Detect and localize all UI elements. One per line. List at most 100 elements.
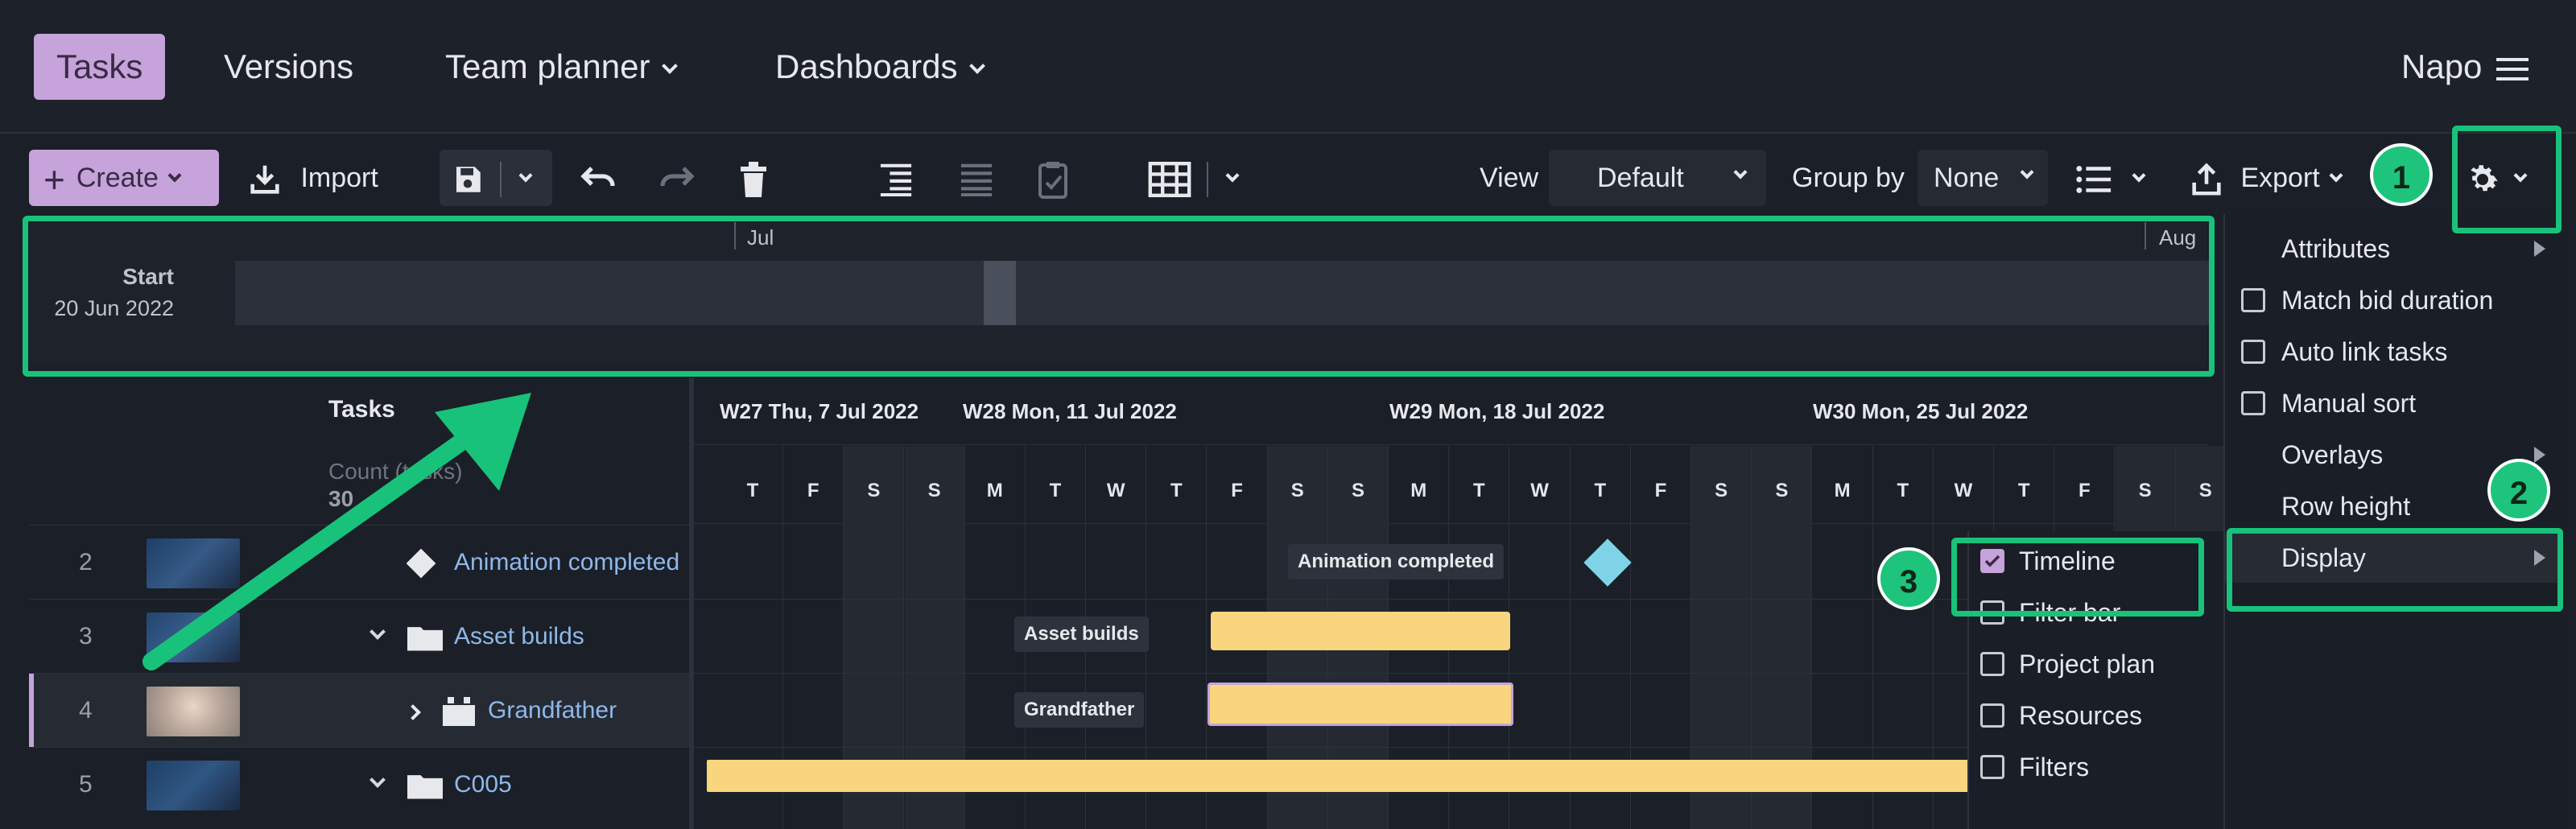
redo-icon xyxy=(660,167,695,187)
tab-tasks-label: Tasks xyxy=(56,47,143,85)
day-label: T xyxy=(746,480,759,501)
grid-splitter[interactable] xyxy=(689,378,694,829)
chevron-down-icon xyxy=(2020,165,2034,179)
clipboard-check-icon xyxy=(1038,162,1067,200)
week-header: W28 Mon, 11 Jul 2022 xyxy=(963,399,1177,423)
day-label: F xyxy=(807,480,819,501)
export-button[interactable]: Export xyxy=(2188,150,2343,206)
clipboard-check-button[interactable] xyxy=(1035,150,1071,206)
tab-tasks[interactable]: Tasks xyxy=(34,34,166,100)
user-name: Napo xyxy=(2401,47,2483,85)
undo-button[interactable] xyxy=(578,150,618,206)
checkbox[interactable] xyxy=(1980,652,2004,676)
day-label: T xyxy=(1594,480,1607,501)
create-button[interactable]: + Create xyxy=(29,150,219,206)
timeline-month-tick xyxy=(734,222,736,250)
gantt-bar-grandfather[interactable] xyxy=(1208,683,1513,726)
task-thumbnail[interactable] xyxy=(147,761,240,810)
gantt-bar-asset-builds[interactable] xyxy=(1211,612,1510,650)
redo-button[interactable] xyxy=(657,150,697,206)
week-header: W29 Mon, 18 Jul 2022 xyxy=(1389,399,1605,423)
groupby-label: Group by xyxy=(1792,163,1905,193)
day-label: W xyxy=(1954,480,1973,501)
chevron-down-icon xyxy=(167,168,182,183)
submenu-item-timeline[interactable]: Timeline xyxy=(1969,536,2116,586)
menu-item-row-height[interactable]: Row height xyxy=(2225,481,2545,531)
list-options-button[interactable] xyxy=(2075,150,2146,206)
submenu-item-resources[interactable]: Resources xyxy=(1969,691,2142,740)
task-name-link[interactable]: C005 xyxy=(454,748,512,822)
user-menu[interactable]: Napo xyxy=(2379,34,2551,100)
gantt-bar-label: Asset builds xyxy=(1014,617,1149,652)
timeline-month-tick xyxy=(2145,222,2146,250)
week-header: W30 Mon, 25 Jul 2022 xyxy=(1813,399,2029,423)
checkbox[interactable] xyxy=(1980,755,2004,779)
tab-versions[interactable]: Versions xyxy=(201,34,376,100)
day-label: F xyxy=(2079,480,2091,501)
tab-dashboards[interactable]: Dashboards xyxy=(753,34,1005,100)
checkbox[interactable] xyxy=(1980,600,2004,625)
submenu-item-filter-bar[interactable]: Filter bar xyxy=(1969,588,2120,637)
create-label: Create xyxy=(76,163,159,193)
view-select[interactable]: Default xyxy=(1549,150,1766,206)
checkbox[interactable] xyxy=(2241,391,2265,415)
day-label: T xyxy=(1170,480,1183,501)
annotation-arrow xyxy=(142,393,531,670)
menu-item-overlays[interactable]: Overlays xyxy=(2225,430,2545,480)
chevron-down-icon xyxy=(1225,168,1240,183)
timeline-track[interactable] xyxy=(235,261,2209,325)
chevron-right-icon[interactable] xyxy=(405,674,421,748)
day-label: W xyxy=(1106,480,1125,501)
day-label: M xyxy=(986,480,1003,501)
menu-item-auto-link-tasks[interactable]: Auto link tasks xyxy=(2225,327,2447,377)
submenu-item-label: Filters xyxy=(2019,753,2090,782)
table-row[interactable]: 5 C005 xyxy=(29,747,689,821)
menu-item-manual-sort[interactable]: Manual sort xyxy=(2225,378,2416,428)
tab-team-planner[interactable]: Team planner xyxy=(423,34,698,100)
day-label: F xyxy=(1654,480,1667,501)
export-label: Export xyxy=(2240,163,2320,193)
task-name-link[interactable]: Grandfather xyxy=(488,674,617,748)
table-row-selected[interactable]: 4 Grandfather xyxy=(29,673,689,748)
submenu-item-label: Filter bar xyxy=(2019,598,2121,627)
import-button[interactable]: Import xyxy=(246,150,378,206)
task-thumbnail[interactable] xyxy=(147,687,240,736)
annotation-badge-1: 1 xyxy=(2370,143,2433,206)
outdent-icon xyxy=(960,163,993,197)
outdent-button[interactable] xyxy=(958,150,995,206)
menu-item-attributes[interactable]: Attributes xyxy=(2225,224,2545,274)
gantt-bar-label: Grandfather xyxy=(1014,692,1145,728)
submenu-item-filters[interactable]: Filters xyxy=(1969,742,2089,792)
day-label: M xyxy=(1410,480,1427,501)
save-button-group[interactable] xyxy=(440,150,552,206)
settings-button[interactable] xyxy=(2463,150,2528,206)
plus-icon: + xyxy=(43,159,65,201)
indent-button[interactable] xyxy=(877,150,914,206)
submenu-item-project-plan[interactable]: Project plan xyxy=(1969,639,2155,689)
day-label: S xyxy=(2138,480,2152,501)
timeline-current-marker[interactable] xyxy=(984,261,1016,325)
day-label: T xyxy=(2017,480,2030,501)
checkbox-checked[interactable] xyxy=(1980,549,2004,573)
folder-icon xyxy=(407,748,443,822)
day-label: S xyxy=(1715,480,1728,501)
chevron-down-icon[interactable] xyxy=(369,748,386,822)
save-icon xyxy=(456,167,481,192)
checkbox[interactable] xyxy=(2241,288,2265,312)
checkbox[interactable] xyxy=(1980,703,2004,728)
table-icon xyxy=(1148,162,1191,198)
submenu-item-label: Timeline xyxy=(2019,546,2116,575)
toolbar: + Create Import View Default Group by Non… xyxy=(0,135,2576,212)
menu-item-match-bid-duration[interactable]: Match bid duration xyxy=(2225,275,2493,325)
table-view-button[interactable] xyxy=(1148,150,1240,206)
export-icon xyxy=(2192,163,2221,196)
tab-team-planner-label: Team planner xyxy=(445,47,650,85)
chevron-right-icon xyxy=(2534,241,2545,257)
checkbox[interactable] xyxy=(2241,340,2265,364)
submenu-item-label: Resources xyxy=(2019,701,2142,730)
menu-item-display[interactable]: Display xyxy=(2225,533,2562,583)
annotation-badge-2: 2 xyxy=(2487,459,2550,522)
top-navigation: Tasks Versions Team planner Dashboards N… xyxy=(0,0,2576,134)
groupby-select[interactable]: None xyxy=(1918,150,2048,206)
delete-button[interactable] xyxy=(737,150,770,206)
